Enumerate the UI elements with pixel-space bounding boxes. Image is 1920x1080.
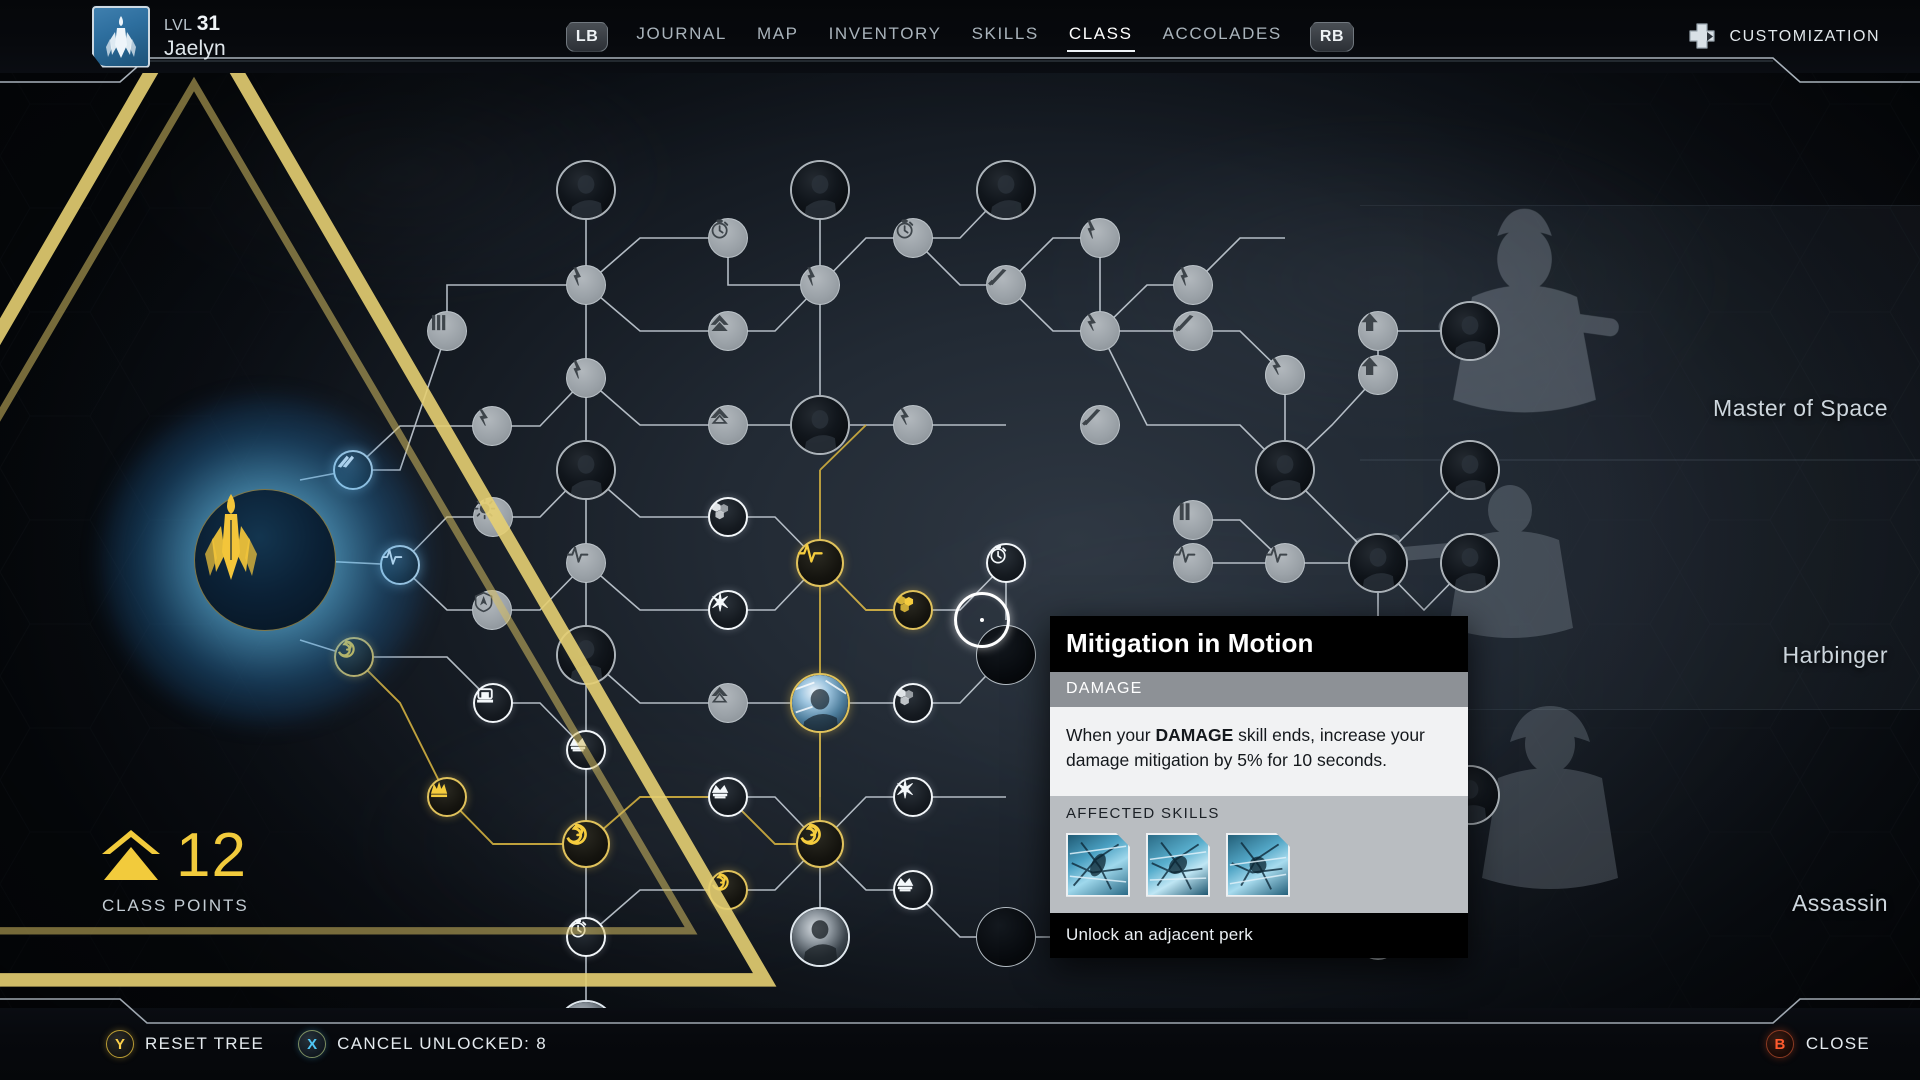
tooltip-footer-action: Unlock an adjacent perk	[1050, 912, 1468, 958]
skill-node-n65[interactable]	[1440, 440, 1500, 500]
dpad-icon	[1688, 22, 1715, 49]
skill-node-n49[interactable]	[1173, 265, 1213, 305]
skill-node-art	[1442, 442, 1498, 498]
skill-node-art	[1442, 303, 1498, 359]
desc-pre: When your	[1066, 725, 1156, 745]
bottom-hint-bar: Y RESET TREE X CANCEL UNLOCKED: 8 B CLOSE	[0, 1008, 1920, 1080]
knot-icon	[1272, 358, 1281, 375]
skill-node-art	[1442, 535, 1498, 591]
cryo-dash-skill-icon	[1226, 832, 1290, 897]
spec-label-assassin: Assassin	[1792, 890, 1888, 917]
skill-node-n58[interactable]	[1358, 355, 1398, 395]
skill-node-n54[interactable]	[1255, 440, 1315, 500]
spec-name-text: Master of Space	[1713, 395, 1888, 421]
emblem-core	[194, 489, 336, 631]
hint-reset[interactable]: Y RESET TREE	[106, 1030, 264, 1058]
spec-label-master-of-space: Master of Space	[1713, 395, 1888, 422]
class-skill-tree-screen: Master of Space Harbinger Assassin 12 CL…	[0, 0, 1920, 1080]
close-hint[interactable]: B CLOSE	[1765, 1030, 1870, 1058]
skill-node-n68[interactable]	[1265, 355, 1305, 395]
perk-tooltip: Mitigation in Motion DAMAGE When your DA…	[1050, 616, 1468, 958]
tab-map[interactable]: MAP	[755, 20, 801, 53]
close-label: CLOSE	[1805, 1034, 1870, 1053]
nav-center-wrap: LB JOURNAL MAP INVENTORY SKILLS CLASS ACCOLADE…	[0, 0, 1920, 73]
cursor-dot	[980, 618, 984, 622]
hint-cancel[interactable]: X CANCEL UNLOCKED: 8	[298, 1030, 547, 1058]
hint-label: RESET TREE	[145, 1034, 265, 1053]
skill-node-n52[interactable]	[1173, 543, 1213, 583]
tab-class[interactable]: CLASS	[1066, 20, 1135, 53]
up-icon	[1361, 313, 1378, 332]
skill-node-n55[interactable]	[1265, 543, 1305, 583]
tab-inventory[interactable]: INVENTORY	[827, 20, 944, 53]
tooltip-title: Mitigation in Motion	[1050, 616, 1468, 672]
skill-node-n51[interactable]	[1173, 500, 1213, 540]
tooltip-affected-skills-list	[1050, 828, 1468, 913]
tooltip-description: When your DAMAGE skill ends, increase yo…	[1050, 707, 1468, 796]
class-points-panel: 12 CLASS POINTS	[100, 821, 249, 916]
pillar-icon	[1179, 503, 1190, 521]
spec-name-text: Harbinger	[1782, 642, 1888, 668]
skill-node-n64[interactable]	[1440, 301, 1500, 361]
hint-label: CANCEL UNLOCKED: 8	[337, 1034, 547, 1053]
tooltip-category: DAMAGE	[1050, 672, 1468, 707]
up-icon	[1361, 357, 1378, 376]
frost-nova-skill-icon	[1066, 832, 1130, 897]
pulse-icon	[1265, 546, 1288, 563]
class-emblem[interactable]	[0, 0, 777, 987]
skill-node-n57[interactable]	[1358, 311, 1398, 351]
customization-button[interactable]: CUSTOMIZATION	[1686, 0, 1880, 73]
customization-label: CUSTOMIZATION	[1729, 27, 1880, 45]
class-points-value: 12	[176, 821, 247, 891]
right-bumper-button[interactable]: RB	[1309, 21, 1355, 52]
blade-icon	[1175, 315, 1194, 332]
left-bumper-button[interactable]: LB	[565, 21, 609, 52]
tab-skills[interactable]: SKILLS	[970, 20, 1041, 53]
sword-emblem-icon	[205, 494, 257, 580]
spec-label-harbinger: Harbinger	[1783, 642, 1889, 669]
desc-bold: DAMAGE	[1155, 725, 1234, 745]
bolt-icon	[1180, 267, 1188, 286]
main-nav-tabs[interactable]: LB JOURNAL MAP INVENTORY SKILLS CLASS ACCOLADE…	[565, 20, 1355, 53]
skill-node-art	[1350, 535, 1406, 591]
selection-cursor-ring[interactable]	[954, 592, 1010, 648]
footer-hints[interactable]: Y RESET TREE X CANCEL UNLOCKED: 8	[106, 1030, 547, 1058]
pulse-icon	[1173, 546, 1196, 563]
ice-lance-skill-icon	[1146, 832, 1210, 897]
tab-journal[interactable]: JOURNAL	[634, 20, 729, 53]
tab-accolades[interactable]: ACCOLADES	[1161, 20, 1284, 53]
class-points-row: 12	[100, 821, 249, 891]
tooltip-affected-skills-label: AFFECTED SKILLS	[1050, 795, 1468, 829]
skill-tree[interactable]	[0, 0, 1920, 1080]
skill-node-n50[interactable]	[1173, 311, 1213, 351]
gamepad-button-y[interactable]: Y	[106, 1030, 134, 1058]
skill-node-art	[1257, 442, 1313, 498]
gamepad-button-x[interactable]: X	[298, 1030, 327, 1058]
top-navigation-bar: LVL 31 Jaelyn LB JOURNAL MAP INVENTORY SKILL…	[0, 0, 1920, 73]
spec-name-text: Assassin	[1791, 890, 1888, 916]
class-points-label: CLASS POINTS	[102, 896, 249, 915]
chevron-up-icon	[102, 830, 160, 880]
gamepad-button-b[interactable]: B	[1765, 1030, 1794, 1058]
skill-node-n66[interactable]	[1440, 533, 1500, 593]
skill-node-n59[interactable]	[1348, 533, 1408, 593]
